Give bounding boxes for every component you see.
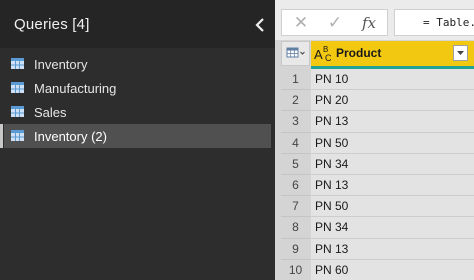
table-menu-icon [286, 47, 305, 58]
cancel-icon[interactable]: ✕ [284, 12, 318, 34]
table-icon [11, 106, 24, 117]
data-preview-pane: ✕ ✓ fx = Table. A B C Product 1 PN 10 2 … [275, 0, 474, 280]
query-item-manufacturing[interactable]: Manufacturing [0, 76, 275, 100]
table-cell[interactable]: PN 60 [311, 259, 474, 280]
table-row[interactable]: 3 PN 13 [281, 111, 474, 133]
collapse-chevron-icon[interactable] [254, 18, 266, 32]
table-icon [11, 82, 24, 93]
fx-icon[interactable]: fx [352, 12, 386, 34]
table-row[interactable]: 5 PN 34 [281, 153, 474, 175]
query-label: Sales [34, 105, 67, 120]
table-row[interactable]: 8 PN 34 [281, 217, 474, 239]
row-number[interactable]: 5 [281, 153, 310, 175]
table-cell[interactable]: PN 13 [311, 174, 474, 197]
query-item-inventory-2[interactable]: Inventory (2) [0, 124, 271, 148]
column-name: Product [336, 46, 382, 60]
query-item-inventory[interactable]: Inventory [0, 52, 275, 76]
row-number[interactable]: 9 [281, 238, 310, 260]
table-cell[interactable]: PN 34 [311, 153, 474, 175]
query-label: Inventory (2) [34, 129, 107, 144]
table-menu-button[interactable] [281, 41, 310, 66]
queries-header: Queries [4] [0, 0, 275, 48]
table-icon [11, 130, 24, 141]
formula-bar: ✕ ✓ fx = Table. [275, 0, 474, 40]
table-row[interactable]: 4 PN 50 [281, 132, 474, 154]
column-header-product[interactable]: A B C Product [311, 41, 474, 66]
table-cell[interactable]: PN 10 [311, 69, 474, 91]
table-row[interactable]: 9 PN 13 [281, 238, 474, 260]
table-cell[interactable]: PN 50 [311, 196, 474, 218]
queries-title: Queries [4] [14, 16, 90, 33]
query-list: Inventory Manufacturing Sales Inventory … [0, 52, 275, 148]
table-row[interactable]: 10 PN 60 [281, 259, 474, 280]
query-item-sales[interactable]: Sales [0, 100, 275, 124]
row-number[interactable]: 6 [281, 174, 310, 197]
table-row[interactable]: 6 PN 13 [281, 174, 474, 197]
table-row[interactable]: 1 PN 10 [281, 69, 474, 91]
row-number[interactable]: 10 [281, 259, 310, 280]
table-row[interactable]: 7 PN 50 [281, 196, 474, 218]
table-cell[interactable]: PN 50 [311, 132, 474, 154]
data-grid: A B C Product 1 PN 10 2 PN 20 3 PN 13 4 PN 50 5 P… [281, 41, 474, 280]
row-number[interactable]: 8 [281, 217, 310, 239]
formula-input[interactable]: = Table. [394, 9, 474, 36]
grid-header: A B C Product [281, 41, 474, 66]
column-filter-button[interactable] [453, 45, 468, 61]
text-type-icon: A B C [314, 45, 332, 62]
row-number[interactable]: 4 [281, 132, 310, 154]
table-cell[interactable]: PN 13 [311, 238, 474, 260]
query-label: Manufacturing [34, 81, 117, 96]
table-row[interactable]: 2 PN 20 [281, 90, 474, 112]
table-cell[interactable]: PN 13 [311, 111, 474, 133]
svg-text:C: C [325, 53, 332, 62]
chevron-down-icon [457, 51, 464, 55]
row-number[interactable]: 7 [281, 196, 310, 218]
row-number[interactable]: 2 [281, 90, 310, 112]
row-number[interactable]: 1 [281, 69, 310, 91]
queries-pane: Queries [4] Inventory Manufacturing Sale… [0, 0, 275, 280]
row-number[interactable]: 3 [281, 111, 310, 133]
commit-icon[interactable]: ✓ [318, 12, 352, 34]
table-cell[interactable]: PN 34 [311, 217, 474, 239]
grid-rows: 1 PN 10 2 PN 20 3 PN 13 4 PN 50 5 PN 34 6 PN 13 7 PN … [281, 69, 474, 280]
formula-buttons: ✕ ✓ fx [281, 9, 388, 36]
table-icon [11, 58, 24, 69]
query-label: Inventory [34, 57, 88, 72]
table-cell[interactable]: PN 20 [311, 90, 474, 112]
svg-text:A: A [314, 47, 323, 62]
